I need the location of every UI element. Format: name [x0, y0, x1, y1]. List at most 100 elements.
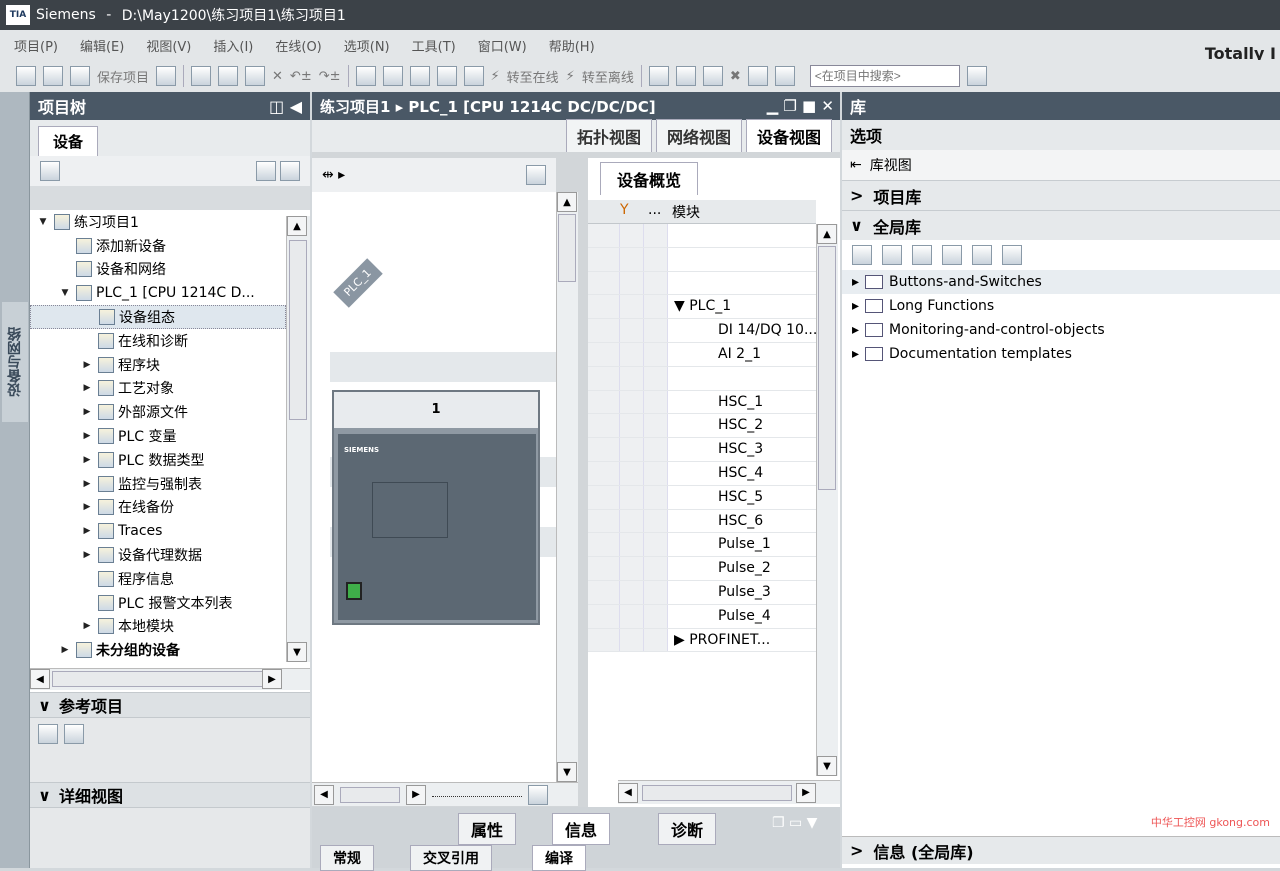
- go-online-icon[interactable]: ⚡: [491, 69, 500, 84]
- tree-expander-icon[interactable]: ▶: [80, 479, 94, 489]
- tree-item[interactable]: ▶ 设备代理数据: [30, 543, 286, 567]
- close-library-icon[interactable]: [1002, 245, 1022, 265]
- tree-expander-icon[interactable]: ▶: [80, 431, 94, 441]
- tree-expander-icon[interactable]: ▶: [80, 360, 94, 370]
- tab-cross-reference[interactable]: 交叉引用: [410, 845, 492, 871]
- overview-row[interactable]: HSC_5: [588, 485, 816, 510]
- cut-icon[interactable]: [191, 66, 212, 86]
- tree-item[interactable]: ▶ 本地模块: [30, 615, 286, 639]
- overview-row[interactable]: ▼ PLC_1: [588, 295, 816, 320]
- tree-expander-icon[interactable]: ▶: [80, 383, 94, 393]
- tree-overview-icon[interactable]: [40, 161, 60, 181]
- canvas-horizontal-scrollbar[interactable]: ◀ ▶: [312, 782, 578, 806]
- library-view-button[interactable]: 库视图: [870, 155, 912, 175]
- menu-window[interactable]: 窗口(W): [478, 36, 527, 55]
- delete-icon[interactable]: ✕: [272, 69, 283, 84]
- overview-row[interactable]: [588, 366, 816, 391]
- tree-expander-icon[interactable]: ▶: [80, 550, 94, 560]
- h-scroll-thumb[interactable]: [642, 784, 792, 801]
- scroll-down-icon[interactable]: ▼: [557, 762, 577, 782]
- collapse-panel-icon[interactable]: ◫ ◀: [269, 97, 302, 116]
- tree-item[interactable]: ▶ 监控与强制表: [30, 472, 286, 496]
- window-controls[interactable]: ▁ ❐ ■ ✕: [767, 97, 834, 115]
- tab-info[interactable]: 信息: [552, 813, 611, 845]
- redo-icon[interactable]: ↷±: [319, 69, 341, 84]
- expand-arrow-icon[interactable]: ▸: [852, 298, 859, 314]
- library-view-icon[interactable]: ⇤: [850, 157, 862, 173]
- project-library-header[interactable]: > 项目库: [842, 180, 1280, 210]
- tree-item[interactable]: 程序信息: [30, 567, 286, 591]
- menu-help[interactable]: 帮助(H): [549, 36, 595, 55]
- tree-item[interactable]: ▼ 练习项目1: [30, 210, 286, 234]
- tree-expander-icon[interactable]: ▼: [36, 217, 50, 227]
- devices-networks-vertical-tab[interactable]: 设备与网络: [2, 302, 28, 422]
- overview-row[interactable]: HSC_4: [588, 461, 816, 486]
- canvas-vertical-scrollbar[interactable]: ▲ ▼: [556, 192, 578, 782]
- binoculars-icon[interactable]: [966, 66, 987, 86]
- tree-vertical-scrollbar[interactable]: ▲ ▼: [286, 216, 310, 662]
- tree-expander-icon[interactable]: ▶: [80, 407, 94, 417]
- overview-row[interactable]: HSC_6: [588, 509, 816, 534]
- tree-expander-icon[interactable]: ▶: [80, 502, 94, 512]
- scroll-down-icon[interactable]: ▼: [287, 642, 307, 662]
- copy-icon[interactable]: [218, 66, 239, 86]
- go-offline-icon[interactable]: ⚡: [566, 69, 575, 84]
- tree-item[interactable]: ▶ PLC 变量: [30, 424, 286, 448]
- tab-device-view[interactable]: 设备视图: [745, 119, 832, 152]
- tree-item[interactable]: 添加新设备: [30, 234, 286, 258]
- stop-cpu-icon[interactable]: [702, 66, 723, 86]
- scroll-thumb[interactable]: [558, 214, 576, 282]
- tab-properties[interactable]: 属性: [458, 813, 517, 845]
- expand-arrow-icon[interactable]: ▸: [852, 322, 859, 338]
- tab-general[interactable]: 常规: [320, 845, 374, 871]
- scroll-right-icon[interactable]: ▶: [262, 669, 282, 689]
- export-library-icon[interactable]: [972, 245, 992, 265]
- tree-item[interactable]: 在线和诊断: [30, 329, 286, 353]
- zoom-fit-icon[interactable]: [528, 784, 548, 805]
- scroll-left-icon[interactable]: ◀: [618, 782, 638, 803]
- paste-icon[interactable]: [245, 66, 266, 86]
- overview-row[interactable]: [588, 224, 816, 248]
- scroll-thumb[interactable]: [818, 246, 836, 490]
- overview-row[interactable]: HSC_2: [588, 414, 816, 439]
- plc-name-label[interactable]: PLC_1: [333, 258, 383, 308]
- menu-online[interactable]: 在线(O): [275, 36, 321, 55]
- overview-row[interactable]: HSC_1: [588, 390, 816, 415]
- new-project-icon[interactable]: [16, 66, 36, 86]
- tree-item[interactable]: ▶ 在线备份: [30, 496, 286, 520]
- tab-compile[interactable]: 编译: [532, 845, 586, 871]
- tree-item[interactable]: 设备组态: [30, 305, 286, 329]
- tree-horizontal-scrollbar[interactable]: ◀ ▶: [30, 668, 310, 690]
- save-project-button[interactable]: 保存项目: [97, 67, 149, 86]
- tab-topology-view[interactable]: 拓扑视图: [565, 119, 652, 152]
- h-scroll-thumb[interactable]: [340, 786, 400, 803]
- simulate-icon[interactable]: [436, 66, 457, 86]
- canvas-settings-icon[interactable]: [526, 165, 546, 185]
- save-icon[interactable]: [70, 66, 90, 86]
- tab-diagnostics[interactable]: 诊断: [658, 813, 717, 845]
- tree-item[interactable]: ▶ 程序块: [30, 353, 286, 377]
- split-horizontal-icon[interactable]: [747, 66, 768, 86]
- update-library-icon[interactable]: [942, 245, 962, 265]
- library-item[interactable]: ▸ Long Functions: [842, 294, 1280, 318]
- cpu-module[interactable]: 1 SIEMENS: [332, 390, 540, 625]
- menu-tools[interactable]: 工具(T): [412, 36, 456, 55]
- menu-options[interactable]: 选项(N): [344, 36, 390, 55]
- scroll-right-icon[interactable]: ▶: [796, 782, 816, 803]
- library-item[interactable]: ▸ Buttons-and-Switches: [842, 270, 1280, 294]
- h-scroll-thumb[interactable]: [52, 671, 280, 687]
- scroll-down-icon[interactable]: ▼: [817, 756, 837, 776]
- undo-icon[interactable]: ↶±: [290, 69, 312, 84]
- tree-item[interactable]: ▶ 外部源文件: [30, 400, 286, 424]
- split-vertical-icon[interactable]: [774, 66, 795, 86]
- tree-item[interactable]: ▶ PLC 数据类型: [30, 448, 286, 472]
- filter-icon[interactable]: Y: [620, 202, 629, 218]
- expand-arrow-icon[interactable]: ▸: [852, 274, 859, 290]
- tree-expander-icon[interactable]: ▶: [58, 645, 72, 655]
- zoom-slider[interactable]: [432, 793, 522, 797]
- detail-view-header[interactable]: ∨ 详细视图: [30, 782, 310, 808]
- open-reference-icon[interactable]: [38, 724, 58, 744]
- save-library-icon[interactable]: [912, 245, 932, 265]
- overview-row[interactable]: HSC_3: [588, 438, 816, 462]
- scroll-up-icon[interactable]: ▲: [287, 216, 307, 236]
